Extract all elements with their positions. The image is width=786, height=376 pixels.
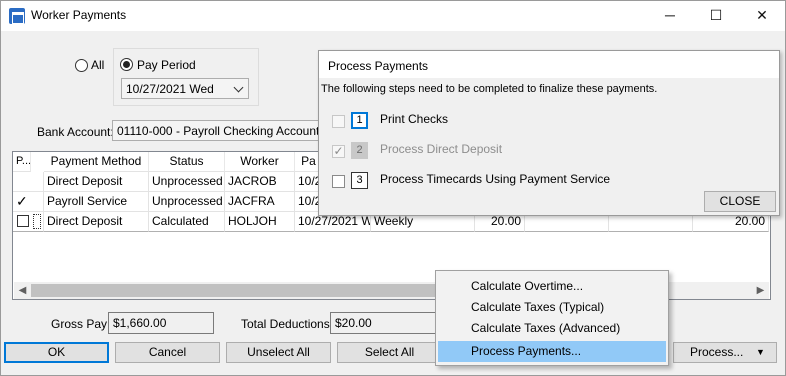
- all-label: All: [91, 58, 105, 72]
- col-header-worker[interactable]: Worker: [225, 152, 295, 172]
- gross-pay-field: $1,660.00: [108, 312, 214, 334]
- ok-button[interactable]: OK: [4, 342, 109, 363]
- process-button-label: Process...: [690, 345, 744, 359]
- row3-focus-indicator: [33, 214, 41, 229]
- pay-period-select[interactable]: 10/27/2021 Wed: [121, 78, 249, 99]
- bank-account-value: 01110-000 - Payroll Checking Account: [117, 124, 320, 138]
- step2-number: 2: [351, 142, 368, 159]
- process-menu: Calculate Overtime... Calculate Taxes (T…: [435, 270, 669, 366]
- step3-checkbox[interactable]: [332, 175, 345, 188]
- all-radio[interactable]: [75, 59, 88, 72]
- row3-checkbox[interactable]: [17, 215, 29, 227]
- dialog-title: Process Payments: [328, 59, 429, 73]
- step3-number[interactable]: 3: [351, 172, 368, 189]
- menu-item-calculate-taxes-typical[interactable]: Calculate Taxes (Typical): [438, 297, 666, 318]
- process-payments-dialog: Process Payments The following steps nee…: [318, 50, 780, 216]
- select-all-button[interactable]: Select All: [337, 342, 442, 363]
- dialog-close-button[interactable]: CLOSE: [704, 191, 776, 212]
- row2-worker: JACFRA: [225, 192, 295, 212]
- step2-label: Process Direct Deposit: [380, 142, 503, 156]
- row3-pay[interactable]: [13, 212, 44, 232]
- row2-method: Payroll Service: [44, 192, 149, 212]
- bank-account-select[interactable]: 01110-000 - Payroll Checking Account: [112, 120, 342, 141]
- col-header-payment-method[interactable]: Payment Method: [44, 152, 149, 172]
- row3-method: Direct Deposit: [44, 212, 149, 232]
- menu-item-process-payments[interactable]: Process Payments...: [438, 341, 666, 362]
- row3-status: Calculated: [149, 212, 225, 232]
- cancel-button[interactable]: Cancel: [115, 342, 220, 363]
- pay-period-label: Pay Period: [137, 58, 196, 72]
- pay-period-value: 10/27/2021 Wed: [126, 82, 214, 96]
- app-icon: [9, 8, 25, 24]
- step2-checkbox: ✓: [332, 144, 345, 158]
- menu-item-calculate-overtime[interactable]: Calculate Overtime...: [438, 276, 666, 297]
- row1-method: Direct Deposit: [44, 172, 149, 192]
- chevron-down-icon: [233, 82, 244, 93]
- step1-number[interactable]: 1: [351, 112, 368, 129]
- process-button[interactable]: Process... ▼: [673, 342, 777, 363]
- step1-checkbox[interactable]: [332, 115, 345, 128]
- row2-pay-check[interactable]: ✓: [13, 192, 44, 212]
- row2-status: Unprocessed: [149, 192, 225, 212]
- step1-label: Print Checks: [380, 112, 449, 126]
- row1-status: Unprocessed: [149, 172, 225, 192]
- col-header-status[interactable]: Status: [149, 152, 225, 172]
- menu-item-calculate-taxes-advanced[interactable]: Calculate Taxes (Advanced): [438, 318, 666, 339]
- col-header-pay[interactable]: P...: [13, 152, 31, 172]
- row1-pay[interactable]: [13, 172, 44, 192]
- dialog-description: The following steps need to be completed…: [321, 83, 658, 95]
- total-deductions-label: Total Deductions:: [241, 317, 334, 331]
- scroll-right-icon[interactable]: ▶: [752, 282, 769, 299]
- bank-account-label: Bank Account:: [37, 125, 114, 139]
- gross-pay-label: Gross Pay:: [51, 317, 111, 331]
- minimize-button[interactable]: ─: [647, 0, 693, 31]
- row3-worker: HOLJOH: [225, 212, 295, 232]
- dropdown-arrow-icon: ▼: [756, 347, 765, 357]
- unselect-all-button[interactable]: Unselect All: [226, 342, 331, 363]
- pay-period-radio[interactable]: [120, 58, 133, 71]
- total-deductions-field: $20.00: [330, 312, 436, 334]
- step3-label: Process Timecards Using Payment Service: [380, 172, 611, 186]
- window-title: Worker Payments: [31, 8, 127, 22]
- scroll-left-icon[interactable]: ◀: [14, 282, 31, 299]
- maximize-button[interactable]: ☐: [693, 0, 739, 31]
- row1-worker: JACROB: [225, 172, 295, 192]
- close-window-button[interactable]: ✕: [739, 0, 785, 31]
